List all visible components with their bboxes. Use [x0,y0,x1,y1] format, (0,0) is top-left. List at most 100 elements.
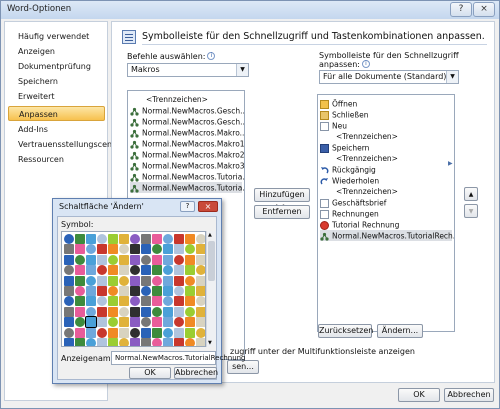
symbol-icon[interactable] [130,338,140,346]
symbol-icon[interactable] [64,265,74,276]
nav-item-ressourcen[interactable]: Ressourcen [8,152,105,167]
list-item-separator[interactable]: <Trennzeichen> [320,131,398,142]
symbol-icon[interactable] [108,244,118,255]
list-item-new[interactable]: Neu [320,120,347,131]
symbol-icon[interactable] [174,244,184,255]
toolbar-scope-select[interactable]: Für alle Dokumente (Standard) ▼ [319,70,459,84]
symbol-icon[interactable] [141,254,151,265]
symbol-icon[interactable] [163,234,173,244]
dialog-help-button[interactable]: ? [180,201,195,212]
symbol-icon[interactable] [130,296,140,307]
symbol-icon[interactable] [152,317,162,328]
symbol-icon[interactable] [130,275,140,286]
symbol-icon[interactable] [97,338,107,346]
symbol-icon[interactable] [141,317,151,328]
move-up-button[interactable]: ▲ [464,187,478,201]
list-item-tutorial-invoice[interactable]: Tutorial Rechnung [320,219,399,230]
list-item-invoices[interactable]: Rechnungen [320,208,379,219]
reset-button[interactable]: Zurücksetzen [318,324,373,338]
symbol-icon[interactable] [97,254,107,265]
scroll-thumb[interactable] [208,241,215,281]
symbol-icon[interactable] [64,254,74,265]
symbol-icon[interactable] [196,306,205,317]
modify-button[interactable]: Ändern... [377,324,423,338]
list-item-macro[interactable]: Normal.NewMacros.Makro3 [130,160,244,171]
symbol-icon[interactable] [152,327,162,338]
symbol-icon[interactable] [141,306,151,317]
symbol-icon[interactable] [185,275,195,286]
symbol-icon[interactable] [174,338,184,346]
nav-item-add-ins[interactable]: Add-Ins [8,122,105,137]
list-item-open[interactable]: Öffnen [320,98,357,109]
quick-access-list[interactable]: Öffnen Schließen Neu <Trennzeichen> Spei… [317,94,455,332]
symbol-icon[interactable] [163,306,173,317]
symbol-icon[interactable] [86,286,96,296]
symbol-icon[interactable] [174,275,184,286]
symbol-icon[interactable] [141,286,151,296]
symbol-icon[interactable] [75,338,85,346]
symbol-icon[interactable] [185,286,195,296]
symbol-icon[interactable] [119,338,129,346]
list-item-macro[interactable]: Normal.NewMacros.Gesch... [130,116,244,127]
symbol-icon[interactable] [108,234,118,244]
symbol-icon[interactable] [174,327,184,338]
symbol-icon[interactable] [141,244,151,255]
nav-item-haeufig[interactable]: Häufig verwendet [8,29,105,44]
symbol-icon[interactable] [86,327,96,338]
symbol-icon[interactable] [86,234,96,244]
symbol-icon[interactable] [163,327,173,338]
symbol-icon[interactable] [64,296,74,307]
symbol-icon[interactable] [196,275,205,286]
symbol-icon[interactable] [196,327,205,338]
symbol-icon[interactable] [64,275,74,286]
symbol-icon[interactable] [108,265,118,276]
symbol-icon[interactable] [75,234,85,244]
symbol-icon[interactable] [97,265,107,276]
symbol-icon[interactable] [163,317,173,328]
symbol-icon[interactable] [174,254,184,265]
symbol-icon[interactable] [185,338,195,346]
nav-item-dokumentpruefung[interactable]: Dokumentprüfung [8,59,105,74]
list-item-separator[interactable]: <Trennzeichen> [130,94,208,105]
symbol-icon[interactable] [119,286,129,296]
symbol-icon[interactable] [152,265,162,276]
list-item-macro[interactable]: Normal.NewMacros.Gesch... [130,105,244,116]
symbol-icon[interactable] [163,286,173,296]
symbol-icon[interactable] [97,296,107,307]
list-item-macro-selected[interactable]: Normal.NewMacros.TutorialRech... [320,230,454,241]
remove-button[interactable]: Entfernen [254,205,310,219]
symbol-icon[interactable] [86,265,96,276]
symbol-icon[interactable] [97,317,107,328]
symbol-icon[interactable] [86,296,96,307]
symbol-icon[interactable] [152,338,162,346]
symbol-icon[interactable] [119,234,129,244]
symbol-icon[interactable] [163,275,173,286]
symbol-icon[interactable] [174,317,184,328]
symbol-icon[interactable] [185,306,195,317]
symbol-icon[interactable] [163,244,173,255]
display-name-input[interactable]: Normal.NewMacros.TutorialRechnung [111,351,246,365]
symbol-icon[interactable] [64,234,74,244]
symbol-icon[interactable] [130,265,140,276]
symbol-icon[interactable] [119,244,129,255]
symbol-icon[interactable] [130,254,140,265]
symbol-icon[interactable] [97,244,107,255]
symbol-icon[interactable] [64,306,74,317]
symbol-icon[interactable] [174,286,184,296]
symbol-icon[interactable] [75,275,85,286]
symbol-icon[interactable] [97,327,107,338]
symbol-icon[interactable] [75,306,85,317]
symbol-icon[interactable] [130,317,140,328]
symbol-icon[interactable] [75,317,85,328]
add-button[interactable]: Hinzufügen >> [254,188,310,211]
symbol-icon[interactable] [75,296,85,307]
symbol-icon[interactable] [196,244,205,255]
symbol-grid[interactable] [61,231,206,347]
symbol-icon[interactable] [185,254,195,265]
list-item-save[interactable]: Speichern [320,142,369,153]
symbol-icon[interactable] [152,286,162,296]
symbol-icon[interactable] [196,234,205,244]
symbol-icon[interactable] [152,244,162,255]
symbol-icon[interactable] [196,286,205,296]
symbol-icon[interactable] [75,286,85,296]
